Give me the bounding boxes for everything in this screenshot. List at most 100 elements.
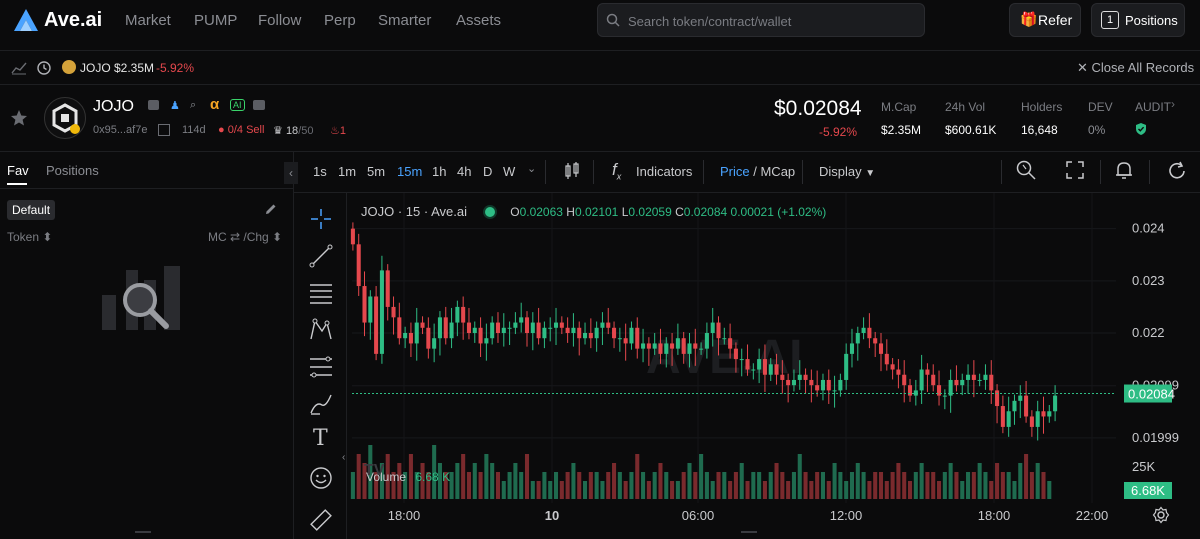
timeframe-4h[interactable]: 4h	[457, 164, 471, 179]
trendline-icon[interactable]	[308, 243, 334, 269]
candle-body	[455, 306, 460, 323]
refer-button[interactable]: 🎁 Refer	[1009, 3, 1081, 37]
search-box[interactable]	[597, 3, 925, 38]
stat-audit-label[interactable]: AUDIT	[1135, 100, 1171, 114]
volume-bar	[664, 472, 669, 499]
chart-line-icon[interactable]	[11, 61, 27, 75]
collapse-legend-icon[interactable]: ‹	[342, 452, 345, 463]
stat-vol-label: 24h Vol	[945, 100, 986, 114]
display-dropdown[interactable]: Display ▼	[819, 164, 875, 179]
volume-bar	[1047, 481, 1052, 499]
token-tab-label[interactable]: JOJO $2.35M	[80, 61, 154, 75]
search-token-icon[interactable]: ⌕	[190, 99, 196, 112]
refresh-icon[interactable]	[1166, 160, 1188, 182]
top-navigation-bar: Ave.ai Market PUMP Follow Perp Smarter A…	[0, 0, 1200, 51]
candle-body	[809, 379, 814, 386]
candle-body	[896, 369, 901, 375]
history-icon[interactable]	[36, 60, 52, 76]
candle-body	[960, 379, 965, 386]
favorites-panel: Fav Positions Default Token ⬍ MC ⇄ /Chg …	[0, 152, 294, 539]
copy-icon[interactable]	[148, 100, 159, 110]
candle-body	[606, 322, 611, 328]
last-price-tag-label: 0.02084	[1128, 387, 1175, 402]
community-icon[interactable]: ♟	[170, 99, 180, 112]
close-all-records-button[interactable]: ✕ Close All Records	[1077, 60, 1194, 76]
star-icon[interactable]	[10, 109, 28, 127]
ave-logo-icon[interactable]	[12, 7, 40, 35]
column-token[interactable]: Token ⬍	[7, 230, 52, 244]
volume-bar	[989, 481, 994, 499]
token-age: 114d	[182, 124, 206, 136]
candle-body	[658, 343, 663, 354]
legend-close: 0.02084	[683, 205, 728, 219]
resize-handle[interactable]	[741, 531, 757, 533]
group-default-chip[interactable]: Default	[7, 200, 56, 220]
volume-bar	[670, 481, 675, 499]
candles-icon[interactable]	[564, 161, 580, 181]
text-tool-icon[interactable]: T	[313, 426, 328, 451]
volume-bar	[820, 472, 825, 499]
bell-icon[interactable]	[1114, 160, 1134, 180]
tab-positions[interactable]: Positions	[46, 163, 99, 178]
settings-gear-icon[interactable]	[1152, 506, 1170, 524]
fib-icon[interactable]	[308, 354, 334, 380]
tab-fav[interactable]: Fav	[7, 163, 29, 178]
pattern-icon[interactable]	[308, 317, 334, 343]
recent-records-bar: JOJO $2.35M -5.92% ✕ Close All Records	[0, 51, 1200, 85]
brush-icon[interactable]	[308, 391, 334, 417]
candle-body	[408, 333, 413, 344]
candle-body	[670, 343, 675, 349]
token-name: JOJO	[93, 98, 134, 115]
crosshair-icon[interactable]	[308, 206, 334, 232]
volume-bar	[907, 481, 913, 499]
search-input[interactable]	[626, 4, 920, 38]
volume-bar	[466, 472, 471, 499]
fullscreen-icon[interactable]	[1066, 161, 1084, 179]
legend-ohlc: O0.02063 H0.02101 L0.02059 C0.02084 0.00…	[510, 205, 826, 219]
candle-body	[583, 333, 588, 339]
nav-smarter[interactable]: Smarter	[378, 12, 431, 29]
timeframe-1h[interactable]: 1h	[432, 164, 446, 179]
copy-address-icon[interactable]	[158, 124, 170, 136]
chevron-right-icon[interactable]: ›	[1171, 97, 1175, 111]
nav-perp[interactable]: Perp	[324, 12, 356, 29]
nav-market[interactable]: Market	[125, 12, 171, 29]
indicators-button[interactable]: Indicators	[636, 164, 692, 179]
timeframe-d[interactable]: D	[483, 164, 492, 179]
price-mcap-toggle[interactable]: Price / MCap	[720, 164, 795, 179]
volume-bar	[553, 472, 559, 499]
candle-body	[971, 374, 976, 380]
timeframe-dropdown-icon[interactable]: ⌄	[527, 162, 536, 175]
positions-button[interactable]: 1 Positions	[1091, 3, 1185, 37]
column-mc-change[interactable]: MC ⇄ /Chg ⬍	[208, 230, 282, 244]
refer-label: Refer	[1038, 12, 1073, 28]
token-address[interactable]: 0x95...af7e	[93, 124, 147, 136]
price-chart[interactable]: AVE.AI 0.0240.0230.0220.020990.0199925K0…	[346, 193, 1200, 539]
nav-assets[interactable]: Assets	[456, 12, 501, 29]
candle-body	[751, 369, 756, 371]
timeframe-1s[interactable]: 1s	[313, 164, 327, 179]
candle-body	[519, 317, 524, 323]
nav-follow[interactable]: Follow	[258, 12, 301, 29]
timeframe-1m[interactable]: 1m	[338, 164, 356, 179]
edit-icon[interactable]	[264, 202, 278, 216]
volume-bar	[519, 472, 524, 499]
candle-body	[577, 327, 582, 339]
emoji-icon[interactable]	[308, 465, 334, 491]
candle-body	[536, 322, 541, 339]
magic-search-icon[interactable]	[1015, 159, 1037, 181]
chat-icon[interactable]	[253, 100, 265, 110]
brand-name[interactable]: Ave.ai	[44, 9, 102, 32]
alpha-icon[interactable]: α	[210, 96, 219, 113]
nav-pump[interactable]: PUMP	[194, 12, 237, 29]
drawing-tools: T	[294, 193, 347, 539]
ruler-icon[interactable]	[308, 507, 334, 533]
ai-icon[interactable]: AI	[230, 99, 245, 111]
function-icon[interactable]: fx	[612, 160, 621, 181]
timeframe-5m[interactable]: 5m	[367, 164, 385, 179]
timeframe-w[interactable]: W	[503, 164, 515, 179]
horizontal-lines-icon[interactable]	[308, 280, 334, 306]
resize-handle[interactable]	[135, 531, 151, 533]
timeframe-15m[interactable]: 15m	[397, 164, 422, 179]
price-tick-label: 0.024	[1132, 221, 1165, 236]
